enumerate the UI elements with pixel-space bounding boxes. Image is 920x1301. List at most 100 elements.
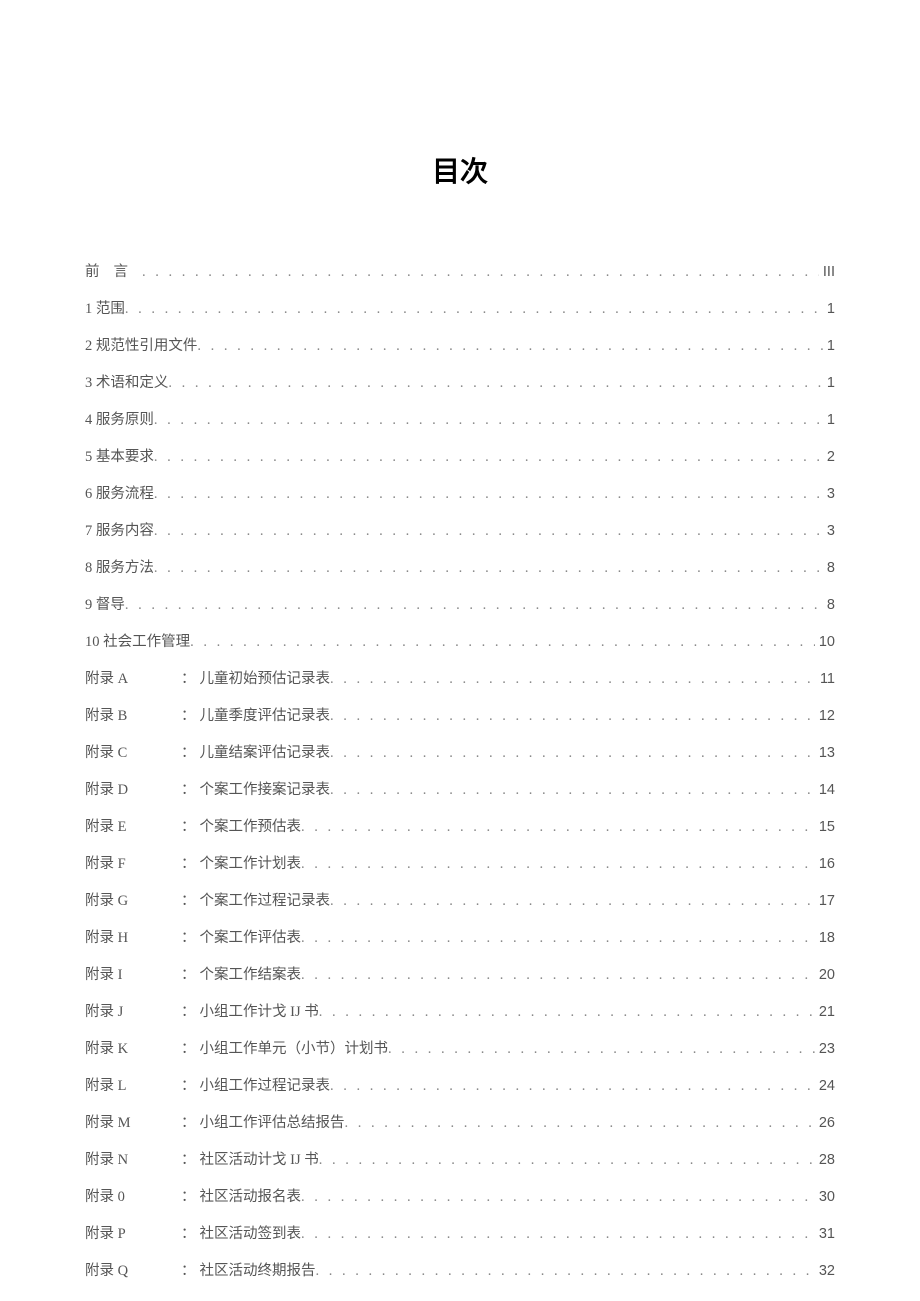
toc-leader-dots	[168, 375, 823, 392]
toc-appendix-title: 个案工作过程记录表	[200, 889, 331, 910]
toc-appendix-prefix: 附录 I	[85, 963, 181, 984]
toc-leader-dots	[316, 1263, 815, 1280]
toc-leader-dots	[345, 1115, 815, 1132]
toc-colon: ：	[181, 815, 200, 836]
toc-colon: ：	[181, 1148, 200, 1169]
toc-colon: ：	[181, 963, 200, 984]
toc-appendix-entry: 附录 J：小组工作计戈 IJ 书21	[85, 1000, 835, 1021]
toc-entry-page: 31	[815, 1226, 835, 1242]
toc-entry-page: 17	[815, 893, 835, 909]
toc-entry-page: 23	[815, 1041, 835, 1057]
toc-entry-label: 7 服务内容	[85, 519, 154, 540]
toc-colon: ：	[181, 1259, 200, 1280]
toc-entry: 前言III	[85, 260, 835, 281]
toc-colon: ：	[181, 889, 200, 910]
toc-entry-label: 3 术语和定义	[85, 371, 168, 392]
toc-leader-dots	[330, 782, 815, 799]
toc-colon: ：	[181, 667, 200, 688]
toc-entry-page: 26	[815, 1115, 835, 1131]
toc-appendix-entry: 附录 B：儿童季度评估记录表12	[85, 704, 835, 725]
toc-leader-dots	[125, 301, 823, 318]
toc-appendix-title: 小组工作评估总结报告	[200, 1111, 345, 1132]
toc-entry-page: 28	[815, 1152, 835, 1168]
toc-appendix-prefix: 附录 0	[85, 1185, 181, 1206]
toc-entry-page: 1	[823, 412, 835, 428]
toc-leader-dots	[190, 634, 815, 651]
toc-appendix-title: 个案工作结案表	[200, 963, 302, 984]
toc-leader-dots	[319, 1004, 815, 1021]
toc-colon: ：	[181, 704, 200, 725]
toc-colon: ：	[181, 1111, 200, 1132]
toc-entry: 3 术语和定义1	[85, 371, 835, 392]
toc-entry-page: 11	[816, 671, 835, 687]
toc-entry-page: 13	[815, 745, 835, 761]
toc-appendix-prefix: 附录 D	[85, 778, 181, 799]
toc-appendix-prefix: 附录 H	[85, 926, 181, 947]
toc-entry-label: 4 服务原则	[85, 408, 154, 429]
toc-entry-page: 1	[823, 301, 835, 317]
toc-entry-page: 12	[815, 708, 835, 724]
toc-appendix-title: 儿童季度评估记录表	[200, 704, 331, 725]
page-title: 目次	[85, 150, 835, 190]
toc-entry-page: 3	[823, 486, 835, 502]
toc-entry: 1 范围 1	[85, 297, 835, 318]
toc-appendix-title: 小组工作过程记录表	[200, 1074, 331, 1095]
toc-appendix-entry: 附录 F：个案工作计划表16	[85, 852, 835, 873]
toc-entry-label: 9 督导	[85, 593, 125, 614]
toc-appendix-entry: 附录 Q：社区活动终期报告32	[85, 1259, 835, 1280]
toc-appendix-entry: 附录 0：社区活动报名表30	[85, 1185, 835, 1206]
toc-leader-dots	[142, 264, 819, 281]
toc-appendix-title: 社区活动签到表	[200, 1222, 302, 1243]
toc-entry: 9 督导 8	[85, 593, 835, 614]
toc-leader-dots	[301, 1189, 815, 1206]
toc-entry-page: 24	[815, 1078, 835, 1094]
toc-appendix-entry: 附录 G：个案工作过程记录表 17	[85, 889, 835, 910]
toc-appendix-entry: 附录 D：个案工作接案记录表14	[85, 778, 835, 799]
toc-entry-page: 8	[823, 560, 835, 576]
toc-leader-dots	[301, 967, 815, 984]
toc-leader-dots	[154, 523, 823, 540]
toc-appendix-entry: 附录 E：个案工作预估表15	[85, 815, 835, 836]
toc-colon: ：	[181, 852, 200, 873]
toc-entry-page: 32	[815, 1263, 835, 1279]
toc-appendix-prefix: 附录 F	[85, 852, 181, 873]
toc-colon: ：	[181, 1222, 200, 1243]
toc-appendix-entry: 附录 H：个案工作评估表18	[85, 926, 835, 947]
toc-entry-page: 10	[815, 634, 835, 650]
toc-appendix-prefix: 附录 M	[85, 1111, 181, 1132]
toc-entry-label: 5 基本要求	[85, 445, 154, 466]
toc-entry-page: 8	[823, 597, 835, 613]
toc-leader-dots	[154, 449, 823, 466]
toc-appendix-title: 社区活动报名表	[200, 1185, 302, 1206]
toc-appendix-title: 个案工作接案记录表	[200, 778, 331, 799]
toc-entry-label: 10 社会工作管理	[85, 630, 190, 651]
toc-entry-page: 30	[815, 1189, 835, 1205]
toc-appendix-prefix: 附录 L	[85, 1074, 181, 1095]
toc-entry-page: 15	[815, 819, 835, 835]
toc-entry-page: 20	[815, 967, 835, 983]
toc-leader-dots	[330, 671, 816, 688]
toc-appendix-entry: 附录 K：小组工作单元（小节）计划书23	[85, 1037, 835, 1058]
toc-entry: 6 服务流程3	[85, 482, 835, 503]
toc-entry: 8 服务方法8	[85, 556, 835, 577]
toc-leader-dots	[197, 338, 823, 355]
toc-appendix-prefix: 附录 C	[85, 741, 181, 762]
toc-leader-dots	[301, 856, 815, 873]
toc-entry-label: 1 范围	[85, 297, 125, 318]
toc-colon: ：	[181, 1000, 200, 1021]
toc-appendix-prefix: 附录 E	[85, 815, 181, 836]
toc-entry-page: 16	[815, 856, 835, 872]
toc-appendix-title: 儿童结案评估记录表	[200, 741, 331, 762]
table-of-contents: 前言III 1 范围 1 2 规范性引用文件 1 3 术语和定义1 4 服务原则 1 5 基本要…	[85, 260, 835, 1280]
toc-appendix-entry: 附录 P：社区活动签到表31	[85, 1222, 835, 1243]
toc-entry-page: 2	[823, 449, 835, 465]
toc-appendix-title: 社区活动计戈 IJ 书	[200, 1148, 319, 1169]
toc-appendix-prefix: 附录 G	[85, 889, 181, 910]
toc-appendix-prefix: 附录 Q	[85, 1259, 181, 1280]
toc-entry-label: 2 规范性引用文件	[85, 334, 197, 355]
toc-appendix-prefix: 附录 N	[85, 1148, 181, 1169]
toc-leader-dots	[125, 597, 823, 614]
toc-appendix-prefix: 附录 A	[85, 667, 181, 688]
toc-leader-dots	[301, 930, 815, 947]
toc-entry-page: III	[819, 264, 835, 280]
